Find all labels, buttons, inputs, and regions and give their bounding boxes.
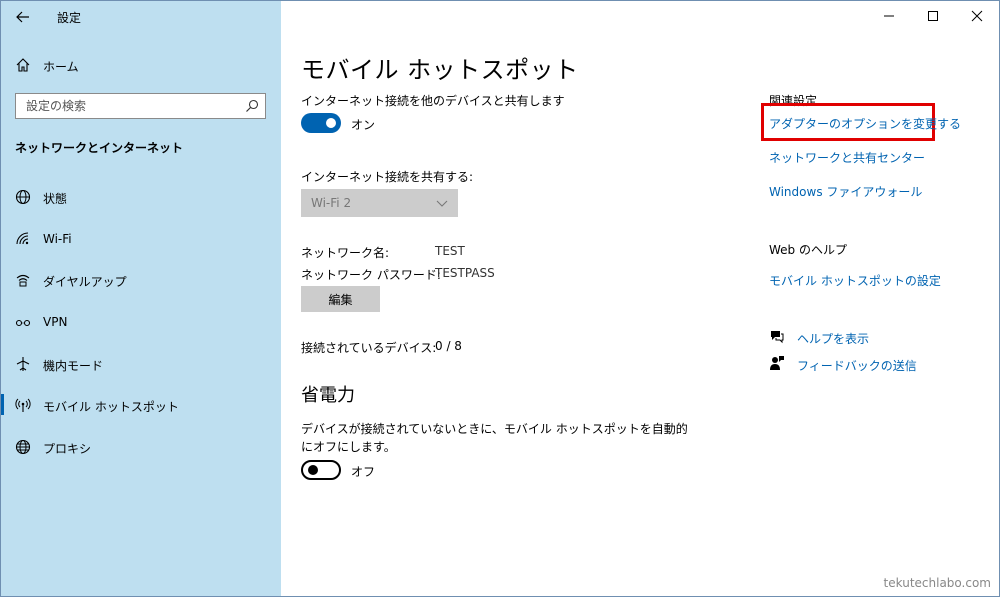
- connected-devices-value: 0 / 8: [435, 339, 462, 353]
- sidebar-item-proxy[interactable]: プロキシ: [1, 426, 281, 468]
- wifi-icon: [16, 232, 29, 244]
- back-arrow-icon: [16, 11, 29, 23]
- share-from-value: Wi-Fi 2: [311, 196, 352, 210]
- power-saving-title: 省電力: [301, 385, 355, 406]
- maximize-icon: [928, 11, 938, 21]
- titlebar-left: 設定: [1, 1, 281, 33]
- toggle-knob: [326, 118, 336, 128]
- hotspot-icon: [15, 399, 31, 413]
- network-password-label: ネットワーク パスワード:: [301, 268, 441, 282]
- sidebar-item-label: Wi-Fi: [43, 231, 72, 246]
- power-saving-toggle-state: オフ: [351, 465, 376, 479]
- power-saving-toggle[interactable]: [301, 460, 341, 480]
- share-from-label: インターネット接続を共有する:: [301, 170, 474, 184]
- share-toggle-state: オン: [351, 118, 376, 132]
- app-title: 設定: [57, 11, 82, 25]
- network-name-label: ネットワーク名:: [301, 246, 390, 260]
- dialup-icon: [16, 275, 30, 287]
- sidebar: 設定 ホーム ネットワークとインターネット 状態 Wi-Fi ダイヤルアップ: [1, 1, 281, 596]
- search-input[interactable]: [16, 94, 236, 118]
- help-chat-icon: [771, 331, 784, 344]
- sidebar-item-status[interactable]: 状態: [1, 176, 281, 218]
- sidebar-item-hotspot[interactable]: モバイル ホットスポット: [1, 384, 281, 426]
- sidebar-item-label: ダイヤルアップ: [43, 275, 127, 290]
- network-password-value: TESTPASS: [435, 266, 495, 280]
- adapter-options-link[interactable]: アダプターのオプションを変更する: [769, 115, 961, 132]
- back-button[interactable]: [13, 7, 33, 27]
- sidebar-item-label: ホーム: [43, 60, 79, 74]
- sidebar-item-wifi[interactable]: Wi-Fi: [1, 218, 281, 260]
- share-label: インターネット接続を他のデバイスと共有します: [301, 94, 565, 108]
- share-toggle[interactable]: [301, 113, 341, 133]
- page-title: モバイル ホットスポット: [301, 56, 579, 84]
- get-help-link[interactable]: ヘルプを表示: [797, 330, 869, 347]
- hotspot-setup-help-link[interactable]: モバイル ホットスポットの設定: [769, 272, 941, 289]
- sidebar-item-label: モバイル ホットスポット: [43, 400, 179, 415]
- close-icon: [971, 10, 983, 22]
- vpn-icon: [15, 320, 31, 327]
- airplane-icon: [16, 356, 30, 371]
- sidebar-item-label: 状態: [43, 192, 68, 206]
- watermark: tekutechlabo.com: [883, 576, 991, 590]
- sidebar-item-label: プロキシ: [43, 442, 92, 457]
- toggle-knob: [308, 465, 318, 475]
- globe-status-icon: [15, 189, 31, 205]
- sharing-center-link[interactable]: ネットワークと共有センター: [769, 149, 925, 166]
- firewall-link[interactable]: Windows ファイアウォール: [769, 183, 922, 200]
- close-button[interactable]: [955, 1, 999, 31]
- send-feedback-link[interactable]: フィードバックの送信: [797, 357, 917, 374]
- sidebar-item-home[interactable]: ホーム: [1, 51, 281, 79]
- share-from-select[interactable]: Wi-Fi 2: [301, 189, 458, 217]
- sidebar-item-dialup[interactable]: ダイヤルアップ: [1, 259, 281, 301]
- sidebar-item-airplane[interactable]: 機内モード: [1, 343, 281, 385]
- maximize-button[interactable]: [911, 1, 955, 31]
- network-name-value: TEST: [435, 244, 465, 258]
- sidebar-item-vpn[interactable]: VPN: [1, 301, 281, 343]
- proxy-globe-icon: [15, 440, 31, 455]
- power-saving-description: デバイスが接続されていないときに、モバイル ホットスポットを自動的にオフにします…: [301, 422, 688, 454]
- sidebar-item-label: VPN: [43, 315, 68, 330]
- minimize-icon: [884, 15, 894, 17]
- edit-button[interactable]: 編集: [301, 286, 380, 312]
- connected-devices-label: 接続されているデバイス:: [301, 341, 437, 355]
- window-controls: [867, 1, 999, 31]
- search-icon[interactable]: [245, 99, 259, 113]
- settings-window: 設定 ホーム ネットワークとインターネット 状態 Wi-Fi ダイヤルアップ: [0, 0, 1000, 597]
- web-help-heading: Web のヘルプ: [769, 243, 847, 257]
- home-icon: [16, 58, 30, 72]
- chevron-down-icon: [436, 200, 448, 207]
- minimize-button[interactable]: [867, 1, 911, 31]
- sidebar-item-label: 機内モード: [43, 358, 104, 373]
- nav-list: 状態 Wi-Fi ダイヤルアップ VPN 機内モード モバイル ホットスポット: [1, 176, 281, 468]
- section-title: ネットワークとインターネット: [15, 141, 184, 155]
- search-box[interactable]: [15, 93, 266, 119]
- feedback-person-icon: [770, 356, 784, 370]
